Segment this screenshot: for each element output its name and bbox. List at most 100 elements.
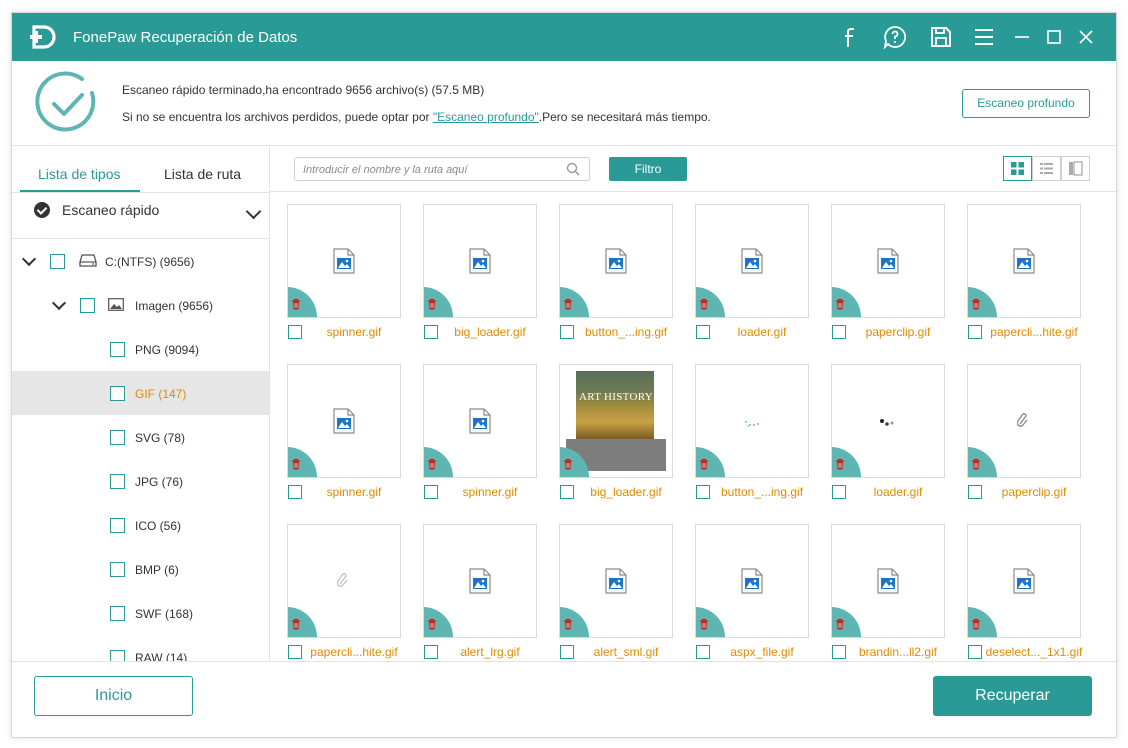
file-checkbox[interactable]	[968, 645, 982, 659]
file-tile[interactable]: papercli...hite.gif	[950, 192, 1086, 352]
type-checkbox[interactable]	[110, 474, 125, 489]
file-checkbox[interactable]	[560, 485, 574, 499]
file-name: big_loader.gif	[590, 485, 662, 499]
chevron-down-icon[interactable]	[51, 295, 67, 311]
file-checkbox[interactable]	[424, 645, 438, 659]
file-thumbnail[interactable]	[967, 524, 1081, 638]
file-thumbnail[interactable]	[287, 364, 401, 478]
file-checkbox[interactable]	[696, 485, 710, 499]
file-checkbox[interactable]	[288, 645, 302, 659]
file-tile[interactable]: big_loader.gif	[406, 192, 542, 352]
file-tile[interactable]: spinner.gif	[270, 192, 406, 352]
file-thumbnail[interactable]	[559, 204, 673, 318]
list-view-button[interactable]	[1032, 156, 1061, 181]
tab-path-list[interactable]: Lista de ruta	[164, 166, 241, 182]
tree-type-row-gif[interactable]: GIF (147)	[12, 371, 269, 415]
file-checkbox[interactable]	[832, 325, 846, 339]
drive-checkbox[interactable]	[50, 254, 65, 269]
file-tile[interactable]: loader.gif	[814, 352, 950, 512]
search-icon[interactable]	[566, 162, 580, 176]
category-checkbox[interactable]	[80, 298, 95, 313]
file-tile[interactable]: brandin...ll2.gif	[814, 512, 950, 661]
file-thumbnail[interactable]	[831, 524, 945, 638]
tree-type-row-png[interactable]: PNG (9094)	[12, 327, 269, 371]
file-thumbnail[interactable]: ART HISTORY	[559, 364, 673, 478]
grid-view-button[interactable]	[1003, 156, 1032, 181]
tree-type-row-ico[interactable]: ICO (56)	[12, 503, 269, 547]
file-tile[interactable]: alert_sml.gif	[542, 512, 678, 661]
file-thumbnail[interactable]	[831, 204, 945, 318]
tree-type-row-raw[interactable]: RAW (14)	[12, 635, 269, 661]
file-thumbnail[interactable]	[967, 364, 1081, 478]
file-thumbnail[interactable]	[831, 364, 945, 478]
file-checkbox[interactable]	[288, 485, 302, 499]
tree-type-row-bmp[interactable]: BMP (6)	[12, 547, 269, 591]
file-checkbox[interactable]	[832, 645, 846, 659]
file-thumbnail[interactable]	[423, 524, 537, 638]
deep-scan-link[interactable]: "Escaneo profundo"	[433, 110, 539, 124]
file-tile[interactable]: spinner.gif	[270, 352, 406, 512]
file-checkbox[interactable]	[832, 485, 846, 499]
file-tile[interactable]: paperclip.gif	[950, 352, 1086, 512]
tab-type-list[interactable]: Lista de tipos	[38, 166, 121, 182]
file-checkbox[interactable]	[696, 645, 710, 659]
file-checkbox[interactable]	[424, 485, 438, 499]
type-checkbox[interactable]	[110, 650, 125, 661]
tree-type-row-swf[interactable]: SWF (168)	[12, 591, 269, 635]
app-window: FonePaw Recuperación de Datos Escaneo rá…	[11, 12, 1117, 738]
file-checkbox[interactable]	[696, 325, 710, 339]
type-checkbox[interactable]	[110, 386, 125, 401]
file-thumbnail[interactable]	[287, 204, 401, 318]
tree-category-row[interactable]: Imagen (9656)	[12, 283, 269, 327]
file-tile[interactable]: paperclip.gif	[814, 192, 950, 352]
file-tile[interactable]: spinner.gif	[406, 352, 542, 512]
file-tile[interactable]: button_...ing.gif	[542, 192, 678, 352]
file-tile[interactable]: ART HISTORY big_loader.gif	[542, 352, 678, 512]
deleted-badge	[288, 607, 317, 637]
chevron-down-icon[interactable]	[21, 251, 37, 267]
file-thumbnail[interactable]	[287, 524, 401, 638]
file-checkbox[interactable]	[288, 325, 302, 339]
close-icon[interactable]	[1074, 25, 1098, 49]
type-checkbox[interactable]	[110, 562, 125, 577]
tree-type-row-jpg[interactable]: JPG (76)	[12, 459, 269, 503]
file-checkbox[interactable]	[968, 325, 982, 339]
type-checkbox[interactable]	[110, 342, 125, 357]
menu-icon[interactable]	[972, 25, 996, 49]
type-checkbox[interactable]	[110, 430, 125, 445]
file-thumbnail[interactable]	[967, 204, 1081, 318]
file-thumbnail[interactable]	[423, 204, 537, 318]
type-checkbox[interactable]	[110, 518, 125, 533]
file-tile[interactable]: loader.gif	[678, 192, 814, 352]
file-tile[interactable]: deselect..._1x1.gif	[950, 512, 1086, 661]
file-checkbox[interactable]	[560, 645, 574, 659]
file-thumbnail[interactable]	[695, 364, 809, 478]
save-icon[interactable]	[929, 25, 953, 49]
file-tile[interactable]: aspx_file.gif	[678, 512, 814, 661]
file-tile[interactable]: papercli...hite.gif	[270, 512, 406, 661]
home-button[interactable]: Inicio	[34, 676, 193, 716]
search-box[interactable]	[294, 157, 590, 181]
file-thumbnail[interactable]	[695, 524, 809, 638]
type-checkbox[interactable]	[110, 606, 125, 621]
facebook-icon[interactable]	[837, 25, 861, 49]
file-thumbnail[interactable]	[423, 364, 537, 478]
detail-view-button[interactable]	[1061, 156, 1090, 181]
tree-type-row-svg[interactable]: SVG (78)	[12, 415, 269, 459]
tree-drive-row[interactable]: C:(NTFS) (9656)	[12, 239, 269, 283]
maximize-icon[interactable]	[1042, 25, 1066, 49]
deep-scan-button[interactable]: Escaneo profundo	[962, 89, 1090, 118]
file-checkbox[interactable]	[560, 325, 574, 339]
file-checkbox[interactable]	[968, 485, 982, 499]
recover-button[interactable]: Recuperar	[933, 676, 1092, 716]
file-tile[interactable]: button_...ing.gif	[678, 352, 814, 512]
deleted-badge	[696, 287, 725, 317]
file-checkbox[interactable]	[424, 325, 438, 339]
minimize-icon[interactable]	[1010, 25, 1034, 49]
file-thumbnail[interactable]	[559, 524, 673, 638]
help-icon[interactable]	[883, 25, 907, 49]
file-tile[interactable]: alert_lrg.gif	[406, 512, 542, 661]
filter-button[interactable]: Filtro	[609, 157, 687, 181]
search-input[interactable]	[301, 160, 560, 180]
file-thumbnail[interactable]	[695, 204, 809, 318]
